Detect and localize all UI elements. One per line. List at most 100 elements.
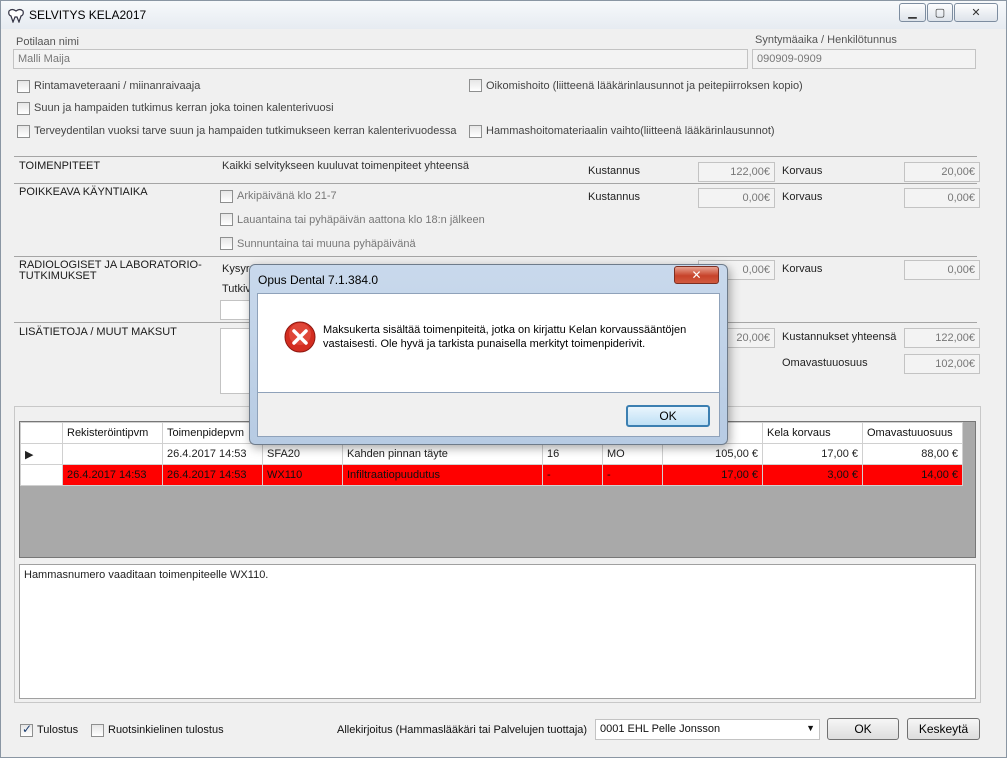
cancel-button-label: Keskeytä	[918, 722, 969, 736]
dialog-footer: OK	[257, 393, 720, 437]
cell-tooth[interactable]: 16	[542, 443, 603, 465]
sunday-label: Sunnuntaina tai muuna pyhäpäivänä	[237, 238, 416, 250]
cell-surface[interactable]: -	[602, 464, 663, 486]
unusual-cost-field[interactable]: 0,00€	[698, 188, 775, 208]
unusual-comp-field[interactable]: 0,00€	[904, 188, 980, 208]
biennial-label: Suun ja hampaiden tutkimus kerran joka t…	[34, 102, 334, 114]
signature-label: Allekirjoitus (Hammaslääkäri tai Palvelu…	[337, 724, 588, 736]
material-label: Hammashoitomateriaalin vaihto(liitteenä …	[486, 125, 775, 137]
radio-title-line2: TUTKIMUKSET	[19, 270, 97, 282]
saturday-checkbox[interactable]	[220, 213, 233, 226]
print-label: Tulostus	[37, 724, 79, 736]
procedures-desc: Kaikki selvitykseen kuuluvat toimenpitee…	[222, 160, 470, 172]
unusual-comp-label: Korvaus	[782, 191, 823, 203]
cell-description[interactable]: Infiltraatiopuudutus	[342, 464, 543, 486]
cell-tooth[interactable]: -	[542, 464, 603, 486]
validation-note-area[interactable]: Hammasnumero vaaditaan toimenpiteelle WX…	[19, 564, 976, 699]
weekday-night-checkbox[interactable]	[220, 190, 233, 203]
sunday-checkbox[interactable]	[220, 237, 233, 250]
cell-procedure-date[interactable]: 26.4.2017 14:53	[162, 464, 263, 486]
procedures-cost-label: Kustannus	[588, 165, 640, 177]
cell-code[interactable]: WX110	[262, 464, 343, 486]
veteran-checkbox[interactable]	[17, 80, 30, 93]
row-indicator	[20, 464, 63, 486]
close-icon: ✕	[691, 268, 702, 282]
chevron-down-icon: ▼	[806, 723, 815, 733]
material-checkbox[interactable]	[469, 125, 482, 138]
maximize-icon: ▢	[934, 7, 946, 19]
radio-comp-label: Korvaus	[782, 263, 823, 275]
cell-description[interactable]: Kahden pinnan täyte	[342, 443, 543, 465]
radio-exam-label: Tutkiv	[222, 283, 251, 295]
patient-name-label: Potilaan nimi	[16, 36, 79, 48]
total-cost-field[interactable]: 122,00€	[904, 328, 980, 348]
yearly-checkbox[interactable]	[17, 125, 30, 138]
dialog-ok-button[interactable]: OK	[626, 405, 710, 427]
dialog-ok-label: OK	[659, 409, 677, 423]
close-icon: ✕	[971, 7, 981, 19]
validation-note-text: Hammasnumero vaaditaan toimenpiteelle WX…	[24, 569, 269, 581]
cell-code[interactable]: SFA20	[262, 443, 343, 465]
cell-surface[interactable]: MO	[602, 443, 663, 465]
signature-value: 0001 EHL Pelle Jonsson	[600, 723, 721, 735]
cell-kela-comp[interactable]: 3,00 €	[762, 464, 863, 486]
patient-id-label: Syntymäaika / Henkilötunnus	[755, 34, 897, 46]
maximize-button[interactable]: ▢	[927, 3, 953, 22]
minimize-icon: ▁	[908, 7, 917, 19]
table-row[interactable]: ▶ 26.4.2017 14:53 26.4.2017 14:53 SFA20 …	[20, 443, 963, 465]
col-header-registered[interactable]: Rekisteröintipvm	[62, 422, 163, 444]
veteran-label: Rintamaveteraani / miinanraivaaja	[34, 80, 201, 92]
ok-button-label: OK	[854, 722, 872, 736]
patient-id-field[interactable]: 090909-0909	[752, 49, 976, 69]
divider	[14, 183, 977, 184]
title-bar: SELVITYS KELA2017 ▁ ▢ ✕	[1, 1, 1006, 29]
own-share-field[interactable]: 102,00€	[904, 354, 980, 374]
radio-query-label: Kysyr	[222, 263, 250, 275]
dialog-body: Maksukerta sisältää toimenpiteitä, jotka…	[257, 293, 720, 393]
cell-own-share[interactable]: 88,00 €	[862, 443, 963, 465]
cell-own-share[interactable]: 14,00 €	[862, 464, 963, 486]
procedures-title: TOIMENPITEET	[19, 160, 101, 172]
patient-name-field[interactable]: Malli Maija	[13, 49, 748, 69]
signature-select[interactable]: 0001 EHL Pelle Jonsson ▼	[595, 719, 820, 740]
dialog-message: Maksukerta sisältää toimenpiteitä, jotka…	[323, 324, 687, 350]
dialog-close-button[interactable]: ✕	[674, 266, 719, 284]
own-share-label: Omavastuuosuus	[782, 357, 868, 369]
cancel-button[interactable]: Keskeytä	[907, 718, 980, 740]
col-header-kela-comp[interactable]: Kela korvaus	[762, 422, 863, 444]
error-dialog: Opus Dental 7.1.384.0 ✕ Maksukerta sisäl…	[249, 264, 728, 445]
ok-button[interactable]: OK	[827, 718, 899, 740]
cell-registered[interactable]: 26.4.2017 14:53	[62, 464, 163, 486]
print-swedish-checkbox[interactable]	[91, 724, 104, 737]
divider	[14, 156, 977, 157]
close-button[interactable]: ✕	[954, 3, 998, 22]
row-indicator: ▶	[20, 443, 63, 465]
error-icon	[284, 321, 316, 353]
table-row-error[interactable]: 26.4.2017 14:53 26.4.2017 14:53 WX110 In…	[20, 464, 963, 486]
procedures-cost-field[interactable]: 122,00€	[698, 162, 775, 182]
cell-kela-comp[interactable]: 17,00 €	[762, 443, 863, 465]
app-tooth-icon	[8, 8, 24, 23]
yearly-label: Terveydentilan vuoksi tarve suun ja hamp…	[34, 125, 457, 137]
cell-registered[interactable]: 26.4.2017 14:53	[62, 443, 163, 465]
cell-cost[interactable]: 17,00 €	[662, 464, 763, 486]
divider	[14, 256, 977, 257]
unusual-title: POIKKEAVA KÄYNTIAIKA	[19, 186, 148, 198]
col-header-indicator	[20, 422, 63, 444]
col-header-procedure-date[interactable]: Toimenpidepvm	[162, 422, 263, 444]
minimize-button[interactable]: ▁	[899, 3, 926, 22]
extra-title: LISÄTIETOJA / MUUT MAKSUT	[19, 326, 177, 338]
cell-procedure-date[interactable]: 26.4.2017 14:53	[162, 443, 263, 465]
procedures-comp-field[interactable]: 20,00€	[904, 162, 980, 182]
biennial-checkbox[interactable]	[17, 102, 30, 115]
ortho-label: Oikomishoito (liitteenä lääkärinlausunno…	[486, 80, 803, 92]
saturday-label: Lauantaina tai pyhäpäivän aattona klo 18…	[237, 214, 485, 226]
ortho-checkbox[interactable]	[469, 79, 482, 92]
radio-comp-field[interactable]: 0,00€	[904, 260, 980, 280]
print-swedish-label: Ruotsinkielinen tulostus	[108, 724, 224, 736]
print-checkbox[interactable]	[20, 722, 33, 737]
procedures-comp-label: Korvaus	[782, 165, 823, 177]
col-header-own-share[interactable]: Omavastuuosuus	[862, 422, 963, 444]
window-title: SELVITYS KELA2017	[29, 8, 147, 22]
cell-cost[interactable]: 105,00 €	[662, 443, 763, 465]
